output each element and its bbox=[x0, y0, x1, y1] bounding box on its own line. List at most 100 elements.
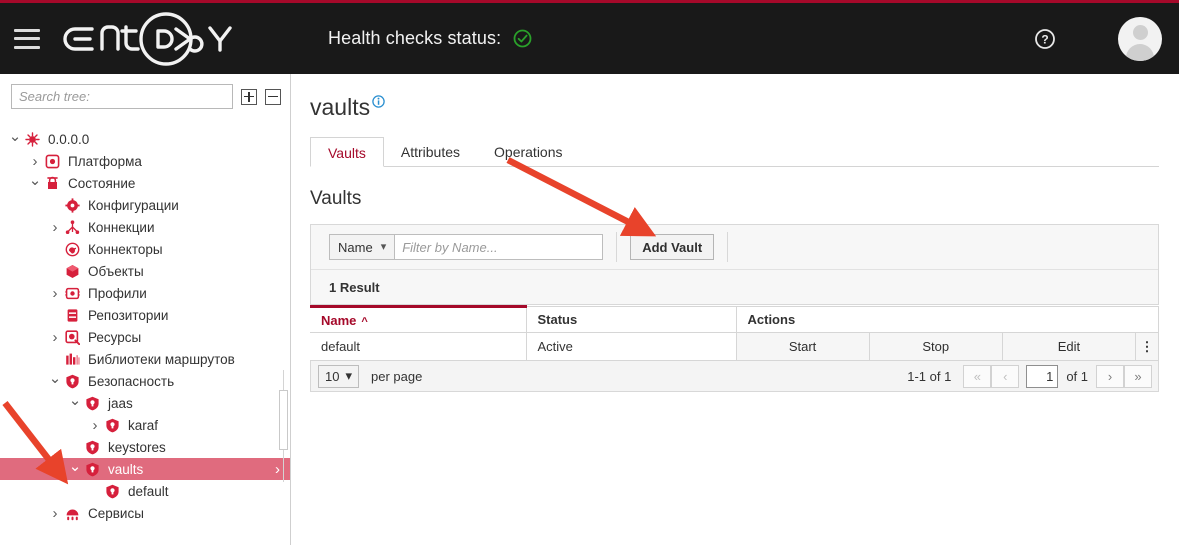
pagination-bar: 10 ▾ per page 1-1 of 1 « ‹ of 1 › » bbox=[310, 361, 1159, 392]
tree-item-label: Коннекции bbox=[88, 220, 155, 235]
chevron-right-icon[interactable] bbox=[88, 418, 102, 433]
tree-item-конфигурации[interactable]: Конфигурации bbox=[0, 194, 290, 216]
tree-item-объекты[interactable]: Объекты bbox=[0, 260, 290, 282]
chevron-right-icon[interactable] bbox=[48, 330, 62, 345]
help-circle-icon[interactable]: ? bbox=[1034, 28, 1056, 50]
tree-item-label: Сервисы bbox=[88, 506, 144, 521]
table-body: defaultActiveStartStopEdit⋮ bbox=[310, 333, 1159, 361]
services-icon bbox=[62, 506, 82, 521]
filter-input[interactable] bbox=[394, 234, 603, 260]
page-title: vaults bbox=[310, 94, 385, 121]
pagination-range: 1-1 of 1 bbox=[907, 369, 951, 384]
page-number-input[interactable] bbox=[1026, 365, 1058, 388]
add-vault-button[interactable]: Add Vault bbox=[630, 234, 714, 260]
chevron-right-icon[interactable] bbox=[48, 506, 62, 521]
tree-item-коннекции[interactable]: Коннекции bbox=[0, 216, 290, 238]
collapse-all-icon[interactable] bbox=[265, 89, 281, 105]
table-row[interactable]: defaultActiveStartStopEdit⋮ bbox=[310, 333, 1159, 361]
tree-item-label: jaas bbox=[108, 396, 133, 411]
filter-field-select[interactable]: Name ▾ bbox=[329, 234, 394, 260]
per-page-select[interactable]: 10 ▾ bbox=[318, 365, 359, 388]
tree-item-ресурсы[interactable]: Ресурсы bbox=[0, 326, 290, 348]
column-header-label: Actions bbox=[748, 312, 796, 327]
avatar-head bbox=[1133, 25, 1148, 40]
tree-item-label: Безопасность bbox=[88, 374, 174, 389]
column-header-actions[interactable]: Actions bbox=[736, 307, 1159, 333]
objects-icon bbox=[62, 264, 82, 279]
tree-item-профили[interactable]: Профили bbox=[0, 282, 290, 304]
chevron-right-icon[interactable] bbox=[28, 154, 42, 169]
edit-button[interactable]: Edit bbox=[1003, 333, 1136, 360]
sidebar-tree-panel: 0.0.0.0Платформа Состояние Конфигурации Кон… bbox=[0, 74, 291, 545]
root-node-icon bbox=[22, 132, 42, 147]
tree-item-безопасность[interactable]: Безопасность bbox=[0, 370, 290, 392]
vertical-ellipsis-icon[interactable]: ⋮ bbox=[1136, 333, 1158, 360]
tree: 0.0.0.0Платформа Состояние Конфигурации Кон… bbox=[0, 128, 290, 524]
per-page-value: 10 bbox=[325, 369, 339, 384]
tree-item-коннекторы[interactable]: Коннекторы bbox=[0, 238, 290, 260]
tree-item-jaas[interactable]: jaas bbox=[0, 392, 290, 414]
stop-button[interactable]: Stop bbox=[870, 333, 1003, 360]
chevron-left-icon[interactable]: ‹ bbox=[991, 365, 1019, 388]
tree-item-default[interactable]: default bbox=[0, 480, 290, 502]
tree-item-сервисы[interactable]: Сервисы bbox=[0, 502, 290, 524]
tab-attributes[interactable]: Attributes bbox=[384, 137, 477, 167]
cell-status: Active bbox=[526, 333, 736, 361]
header-right-actions: ? bbox=[1034, 3, 1179, 74]
expand-all-icon[interactable] bbox=[241, 89, 257, 105]
tree-item-label: Состояние bbox=[68, 176, 135, 191]
tab-vaults[interactable]: Vaults bbox=[310, 137, 384, 167]
vaults-toolbar-panel: Name ▾ Add Vault 1 Result bbox=[310, 224, 1159, 305]
column-header-label: Status bbox=[538, 312, 578, 327]
tree-item-репозитории[interactable]: Репозитории bbox=[0, 304, 290, 326]
chevron-right-icon[interactable]: › bbox=[275, 462, 280, 477]
action-buttons: StartStopEdit⋮ bbox=[737, 333, 1159, 360]
chevron-down-icon[interactable] bbox=[68, 462, 82, 477]
search-input[interactable] bbox=[11, 84, 233, 109]
start-button[interactable]: Start bbox=[737, 333, 870, 360]
cell-name: default bbox=[310, 333, 526, 361]
chevron-right-icon[interactable]: › bbox=[1096, 365, 1124, 388]
chevron-down-icon[interactable] bbox=[8, 132, 22, 147]
chevron-down-icon[interactable] bbox=[28, 176, 42, 191]
application-window: Health checks status: ? bbox=[0, 0, 1179, 545]
tree-item-label: keystores bbox=[108, 440, 166, 455]
tree-item-vaults[interactable]: vaults› bbox=[0, 458, 290, 480]
tree-item-karaf[interactable]: karaf bbox=[0, 414, 290, 436]
tree-item-label: Репозитории bbox=[88, 308, 168, 323]
tree-item-состояние[interactable]: Состояние bbox=[0, 172, 290, 194]
info-circle-icon[interactable] bbox=[372, 95, 385, 108]
chevron-right-icon[interactable] bbox=[48, 286, 62, 301]
tree-item-платформа[interactable]: Платформа bbox=[0, 150, 290, 172]
caret-up-icon: ^ bbox=[361, 316, 367, 328]
security-icon bbox=[82, 396, 102, 411]
chevron-down-icon[interactable] bbox=[48, 374, 62, 389]
tab-operations[interactable]: Operations bbox=[477, 137, 579, 167]
health-checks-status: Health checks status: bbox=[328, 28, 532, 49]
double-chevron-left-icon[interactable]: « bbox=[963, 365, 991, 388]
security-icon bbox=[102, 418, 122, 433]
column-header-status[interactable]: Status bbox=[526, 307, 736, 333]
sidebar-scrollbar-thumb[interactable] bbox=[279, 390, 288, 450]
tree-item-label: Коннекторы bbox=[88, 242, 163, 257]
chevron-right-icon[interactable] bbox=[48, 220, 62, 235]
tree-item-библиотеки-маршрутов[interactable]: Библиотеки маршрутов bbox=[0, 348, 290, 370]
result-count: 1 Result bbox=[311, 269, 1158, 304]
tree-item-label: default bbox=[128, 484, 169, 499]
avatar[interactable] bbox=[1118, 17, 1162, 61]
filter-field-label: Name bbox=[338, 240, 373, 255]
chevron-down-icon[interactable] bbox=[68, 396, 82, 411]
tree-item-label: Библиотеки маршрутов bbox=[88, 352, 235, 367]
tree-item-keystores[interactable]: keystores bbox=[0, 436, 290, 458]
repositories-icon bbox=[62, 308, 82, 323]
entaxy-logo[interactable] bbox=[62, 11, 252, 67]
tree-item-0.0.0.0[interactable]: 0.0.0.0 bbox=[0, 128, 290, 150]
double-chevron-right-icon[interactable]: » bbox=[1124, 365, 1152, 388]
toolbar-divider-2 bbox=[727, 232, 728, 262]
hamburger-icon[interactable] bbox=[14, 29, 40, 49]
tree-item-label: Профили bbox=[88, 286, 147, 301]
toolbar: Name ▾ Add Vault bbox=[311, 225, 1158, 269]
section-title: Vaults bbox=[310, 188, 1179, 210]
table-header-row: Name^ Status Actions bbox=[310, 307, 1159, 333]
column-header-name[interactable]: Name^ bbox=[310, 307, 526, 333]
